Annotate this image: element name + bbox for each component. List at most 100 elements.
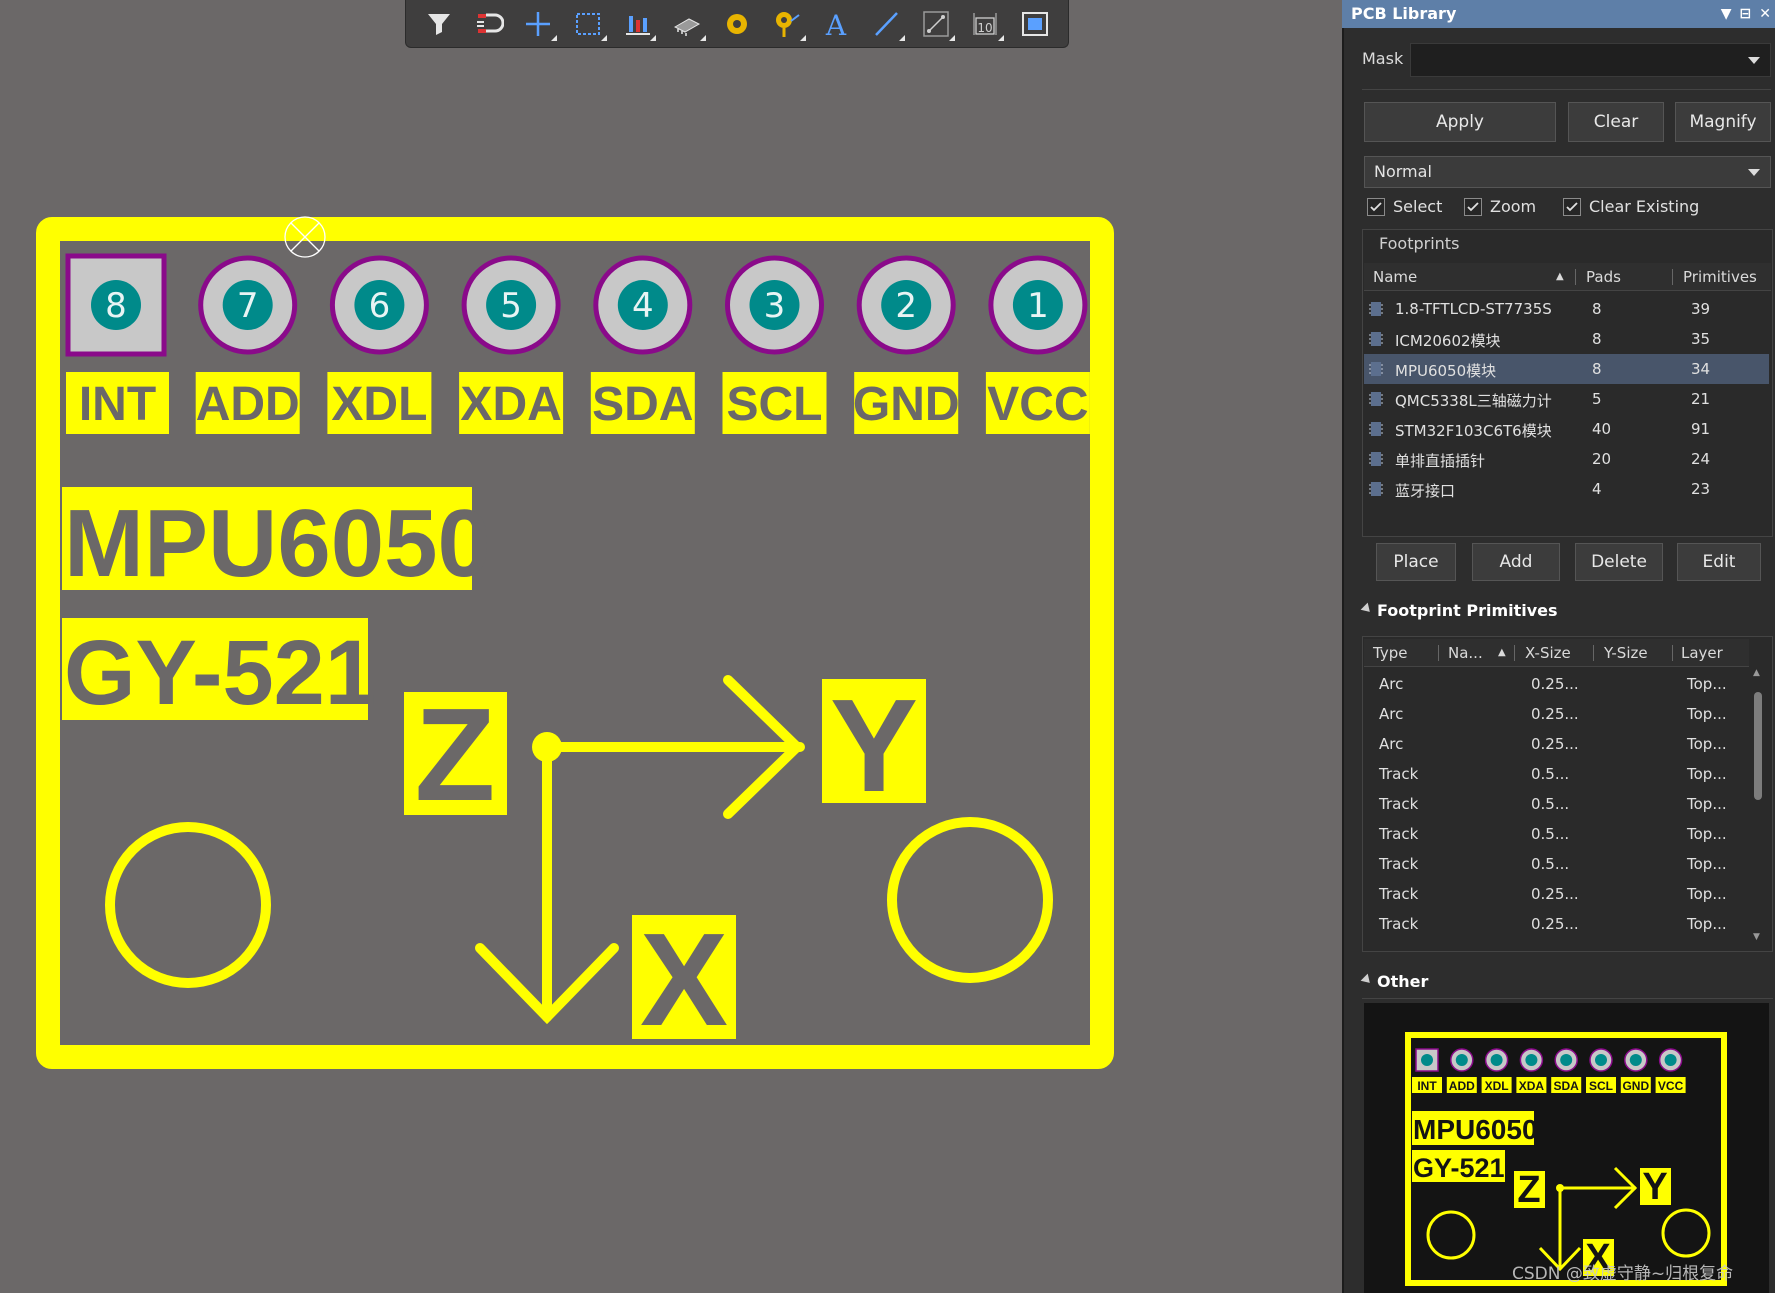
region-button[interactable] (1010, 1, 1060, 47)
footprint-row[interactable]: ICM20602模块 8 35 (1364, 324, 1769, 354)
add-button[interactable]: Add (1472, 543, 1560, 581)
primitive-row[interactable]: Arc 0.25... Top... (1364, 699, 1749, 729)
close-icon[interactable]: ✕ (1759, 0, 1771, 28)
footprint-pads: 8 (1592, 360, 1602, 378)
pad-8[interactable]: 8 (65, 253, 167, 357)
select-checkbox[interactable]: Select (1367, 197, 1442, 216)
preview-pad-label: VCC (1658, 1079, 1684, 1093)
primitive-xsize: 0.5... (1531, 795, 1570, 813)
via-button[interactable] (762, 1, 812, 47)
line-icon (875, 11, 898, 36)
primitive-xsize: 0.5... (1531, 765, 1570, 783)
col-xsize[interactable]: X-Size (1525, 644, 1571, 662)
footprint-row[interactable]: MPU6050模块 8 34 (1364, 354, 1769, 384)
primitive-xsize: 0.25... (1531, 885, 1579, 903)
edit-button[interactable]: Edit (1677, 543, 1761, 581)
primitive-row[interactable]: Track 0.5... Top... (1364, 819, 1749, 849)
primitive-row[interactable]: Track 0.25... Top... (1364, 909, 1749, 939)
col-name[interactable]: Name (1373, 268, 1417, 286)
footprint-row[interactable]: 1.8-TFTLCD-ST7735S 8 39 (1364, 294, 1769, 324)
pad-6[interactable]: 6 (329, 255, 429, 355)
line-button[interactable] (861, 1, 911, 47)
footprint-row[interactable]: 蓝牙接口 4 23 (1364, 474, 1769, 504)
apply-button[interactable]: Apply (1364, 102, 1556, 142)
primitive-row[interactable]: Track 0.5... Top... (1364, 849, 1749, 879)
pad-label-sda: SDA (592, 378, 693, 431)
col-layer[interactable]: Layer (1681, 644, 1723, 662)
footprint-pads: 8 (1592, 300, 1602, 318)
primitive-layer: Top... (1687, 735, 1727, 753)
pad-1[interactable]: 1 (988, 255, 1088, 355)
align-button[interactable] (613, 1, 663, 47)
board-subtitle: GY-521 (64, 622, 376, 724)
pad-number: 4 (632, 286, 654, 326)
footprint-pads: 8 (1592, 330, 1602, 348)
component-button[interactable] (662, 1, 712, 47)
snap-button[interactable] (464, 1, 514, 47)
mode-dropdown[interactable]: Normal (1364, 156, 1771, 188)
mount-hole-right (887, 817, 1053, 983)
checkbox-box[interactable] (1367, 197, 1385, 216)
primitive-type: Track (1379, 825, 1419, 843)
text-button[interactable]: A (812, 1, 862, 47)
col-name[interactable]: Na... (1448, 644, 1483, 662)
footprint-primitives: 23 (1691, 480, 1711, 498)
col-primitives[interactable]: Primitives (1683, 268, 1757, 286)
move-button[interactable] (513, 1, 563, 47)
magnify-button[interactable]: Magnify (1675, 102, 1771, 142)
col-type[interactable]: Type (1373, 644, 1407, 662)
filter-button[interactable] (414, 1, 464, 47)
pad-5[interactable]: 5 (461, 255, 561, 355)
checkbox-box[interactable] (1563, 197, 1581, 216)
place-button[interactable]: Place (1376, 543, 1456, 581)
filter-icon (427, 13, 450, 35)
footprint-row[interactable]: STM32F103C6T6模块 40 91 (1364, 414, 1769, 444)
clear-existing-checkbox[interactable]: Clear Existing (1563, 197, 1699, 216)
string-button[interactable]: 10 (961, 1, 1011, 47)
pad-3[interactable]: 3 (725, 255, 824, 355)
footprint-row[interactable]: 单排直插插针 20 24 (1364, 444, 1769, 474)
scroll-thumb[interactable] (1754, 692, 1762, 800)
clear-button[interactable]: Clear (1568, 102, 1664, 142)
primitive-row[interactable]: Track 0.5... Top... (1364, 759, 1749, 789)
divider (1362, 89, 1771, 90)
footprint-primitives: 35 (1691, 330, 1711, 348)
footprint-row[interactable]: QMC5338L三轴磁力计 5 21 (1364, 384, 1769, 414)
footprint-pads: 5 (1592, 390, 1602, 408)
pad-4[interactable]: 4 (593, 255, 693, 355)
preview-z: Z (1517, 1169, 1540, 1211)
primitives-title[interactable]: Footprint Primitives (1377, 601, 1558, 620)
other-title[interactable]: Other (1377, 972, 1428, 991)
panel-menu-icon[interactable]: ▼ (1721, 0, 1732, 28)
chevron-down-icon (1748, 169, 1760, 176)
zoom-checkbox[interactable]: Zoom (1464, 197, 1536, 216)
primitive-xsize: 0.25... (1531, 705, 1579, 723)
delete-button[interactable]: Delete (1575, 543, 1663, 581)
preview-pad-label: SDA (1554, 1079, 1580, 1093)
col-ysize[interactable]: Y-Size (1604, 644, 1648, 662)
primitive-row[interactable]: Track 0.25... Top... (1364, 879, 1749, 909)
primitive-row[interactable]: Arc 0.25... Top... (1364, 729, 1749, 759)
mask-dropdown[interactable] (1410, 43, 1771, 77)
footprint-primitives: 24 (1691, 450, 1711, 468)
select-button[interactable] (563, 1, 613, 47)
pad-label-xdl: XDL (331, 378, 427, 431)
footprint-name: 1.8-TFTLCD-ST7735S (1395, 300, 1552, 318)
pad-button[interactable] (712, 1, 762, 47)
pad-2[interactable]: 2 (856, 255, 956, 355)
scroll-up-icon[interactable]: ▲ (1753, 668, 1760, 678)
scroll-down-icon[interactable]: ▼ (1753, 932, 1760, 942)
pcb-canvas[interactable]: 8 INT 7 ADD 6 XDL 5 XDA 4 SDA 3 SCL 2 GND 1 VCC MPU6050… (0, 0, 1342, 1293)
primitive-type: Track (1379, 855, 1419, 873)
checkbox-box[interactable] (1464, 197, 1482, 216)
primitive-row[interactable]: Arc 0.25... Top... (1364, 669, 1749, 699)
watermark: CSDN @致虚守静~归根复命 (1512, 1264, 1734, 1284)
primitive-row[interactable]: Track 0.5... Top... (1364, 789, 1749, 819)
footprint-name: 蓝牙接口 (1395, 482, 1456, 500)
pin-icon[interactable]: ⊟ (1740, 0, 1752, 28)
pad-number: 6 (369, 286, 391, 326)
axis-z-label: Z (415, 681, 496, 828)
pad-7[interactable]: 7 (198, 255, 298, 355)
col-pads[interactable]: Pads (1586, 268, 1621, 286)
dimension-button[interactable] (911, 1, 961, 47)
